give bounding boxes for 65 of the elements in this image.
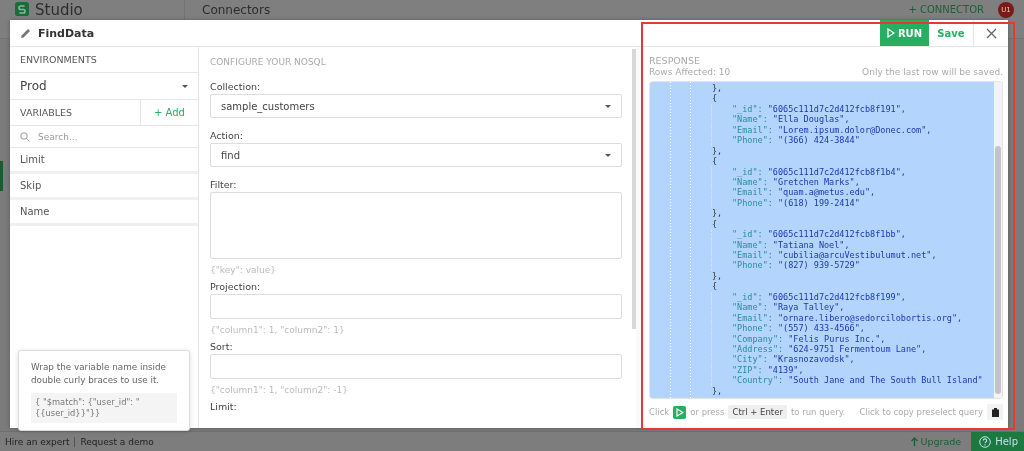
variable-item[interactable]: Limit xyxy=(10,148,198,174)
input-field[interactable] xyxy=(210,294,622,319)
select-field[interactable]: sample_customers xyxy=(210,94,622,118)
section-heading: ENVIRONMENTS xyxy=(10,47,198,73)
code-line: { xyxy=(711,156,719,167)
text-area[interactable] xyxy=(210,192,622,259)
arrow-up-icon xyxy=(910,437,918,446)
field-label: Collection: xyxy=(210,81,262,94)
run-button[interactable]: RUN xyxy=(880,20,929,46)
code-line: }, xyxy=(711,145,724,157)
app-name: Studio xyxy=(35,2,83,18)
hint-text: to run query. xyxy=(790,407,846,417)
environment-select[interactable]: Prod xyxy=(10,73,198,100)
hint-text: Click xyxy=(649,407,670,417)
footer-link[interactable]: Hire an expert xyxy=(5,436,70,447)
search-icon xyxy=(20,131,30,142)
caret-icon xyxy=(605,104,611,108)
copy-hint: Click to copy preselect query xyxy=(859,407,983,417)
help-icon xyxy=(979,435,992,448)
help-text: {"column1": 1, "column2": -1} xyxy=(210,384,349,397)
page-title: Connectors xyxy=(201,2,272,17)
caret-icon xyxy=(182,84,188,88)
help-text: {"key": value} xyxy=(210,264,277,277)
clipboard-icon xyxy=(991,407,999,417)
field-label: Limit: xyxy=(210,401,238,414)
hint-text: or press xyxy=(690,407,725,417)
input-field[interactable] xyxy=(210,354,622,379)
logo-icon xyxy=(15,2,29,16)
close-icon xyxy=(985,27,997,39)
play-icon xyxy=(886,28,895,38)
play-button[interactable] xyxy=(673,405,687,419)
dialog-title: FindData xyxy=(38,26,95,40)
code-line: }, xyxy=(711,83,724,94)
help-text: {"column1": 1, "column2": 1} xyxy=(210,324,346,337)
code-line: { xyxy=(711,218,719,230)
caret-icon xyxy=(605,153,611,157)
scrollbar[interactable] xyxy=(632,49,636,329)
select-field[interactable]: find xyxy=(210,143,622,167)
variable-item[interactable]: Name xyxy=(10,200,198,226)
tooltip-text: Wrap the variable name inside double curly braces to use it. xyxy=(31,361,167,386)
help-button[interactable]: Help xyxy=(971,432,1024,451)
close-button[interactable] xyxy=(973,20,1008,46)
save-note: Only the last row will be saved. xyxy=(862,67,1003,77)
copy-button[interactable] xyxy=(987,404,1003,420)
code-line: }, xyxy=(711,208,724,219)
section-heading: CONFIGURE YOUR NOSQL xyxy=(210,57,327,69)
section-heading: RESPONSE xyxy=(649,55,701,66)
shortcut-key: Ctrl + Enter xyxy=(728,405,787,419)
code-line: { xyxy=(711,281,719,292)
field-label: Projection: xyxy=(210,281,262,294)
code-line: }, xyxy=(711,270,724,282)
section-heading: VARIABLES xyxy=(10,100,141,125)
code-line: }, xyxy=(711,385,724,397)
code-line: { xyxy=(711,93,719,104)
field-label: Action: xyxy=(210,130,244,143)
field-label: Filter: xyxy=(210,179,238,192)
play-icon xyxy=(675,407,684,417)
field-label: Sort: xyxy=(210,341,234,354)
scrollbar-thumb[interactable] xyxy=(995,146,1001,394)
rows-affected: Rows Affected: 10 xyxy=(649,67,731,77)
code-example: { "$match": {"user_id": "{{user_id}}"}} xyxy=(31,393,177,423)
footer-link[interactable]: Request a demo xyxy=(80,436,154,447)
pencil-icon xyxy=(20,27,31,39)
add-button[interactable]: + Add xyxy=(141,107,198,118)
variable-item[interactable]: Skip xyxy=(10,174,198,200)
